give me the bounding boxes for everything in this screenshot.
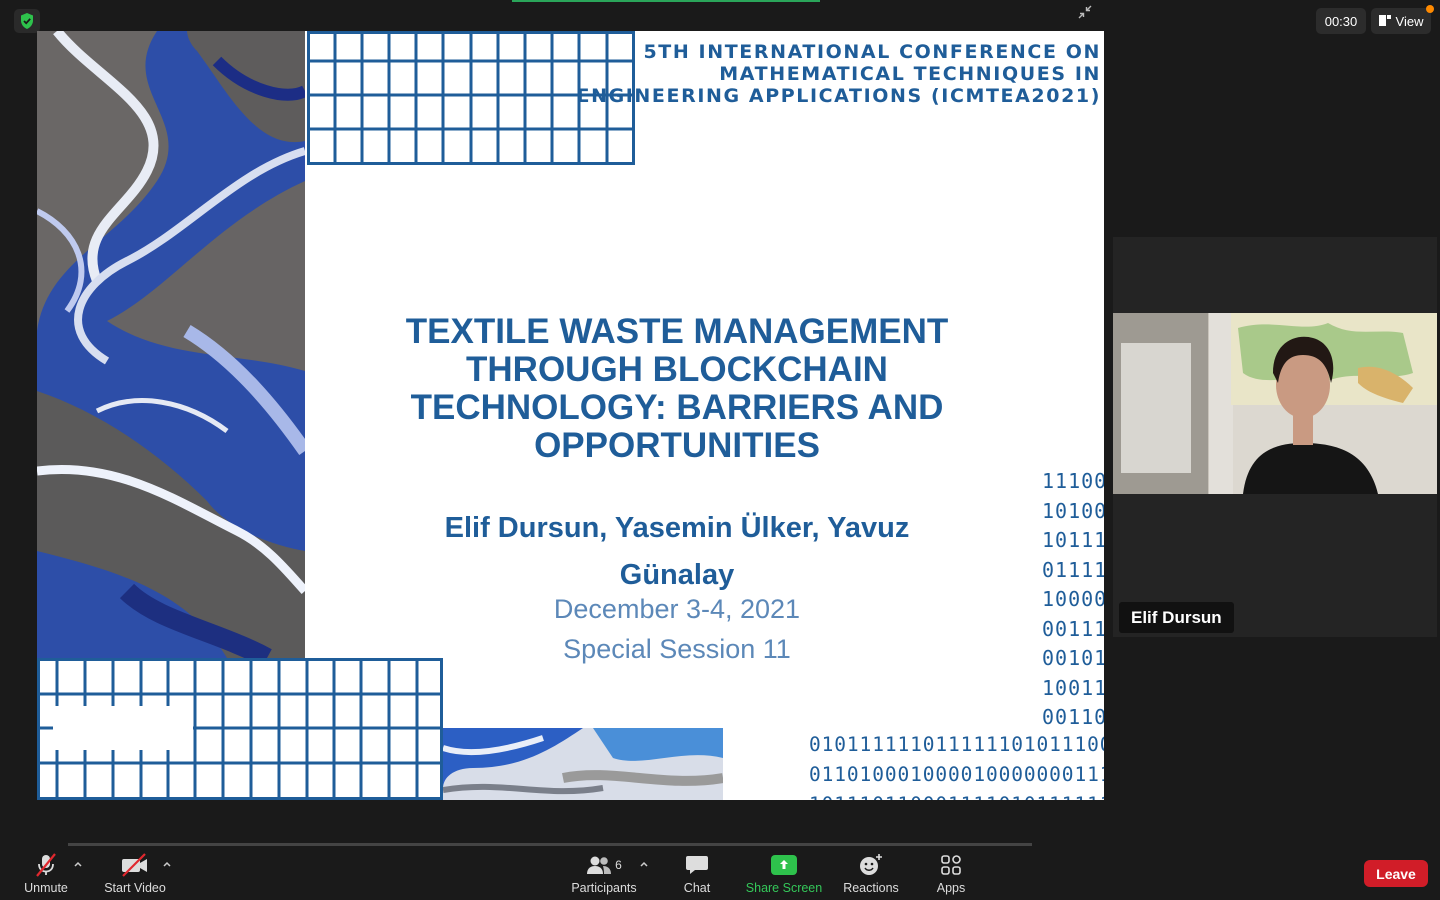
participants-options-caret-icon[interactable] [639, 859, 649, 869]
view-layout-icon [1378, 14, 1391, 29]
binary-line: 001111 [1042, 616, 1104, 641]
binary-line: 101110 [1042, 528, 1104, 552]
binary-line: 011111 [1042, 557, 1104, 582]
decorative-grid-bottom-left [37, 658, 443, 800]
binary-line: 101001 [1042, 498, 1104, 523]
reactions-button[interactable]: Reactions [840, 851, 902, 897]
leave-button[interactable]: Leave [1364, 860, 1428, 887]
notification-dot [1426, 5, 1434, 13]
audio-options-caret-icon[interactable] [73, 859, 83, 869]
conference-line: 5TH INTERNATIONAL CONFERENCE ON [643, 41, 1101, 63]
marble-pattern-image [37, 31, 305, 658]
authors-line: Günalay [619, 559, 735, 591]
binary-line: 100111 [1042, 675, 1104, 700]
slide-title-line: TECHNOLOGY: BARRIERS AND [410, 388, 944, 427]
reactions-smiley-icon [858, 851, 884, 879]
conference-line: ENGINEERING APPLICATIONS (ICMTEA2021) [576, 85, 1101, 107]
participants-button[interactable]: 6 Participants [568, 851, 640, 897]
slide-title: TEXTILE WASTE MANAGEMENT THROUGH BLOCKCH… [337, 313, 1017, 465]
participants-count: 6 [615, 858, 622, 872]
video-options-caret-icon[interactable] [162, 859, 172, 869]
participants-icon-group: 6 [586, 851, 622, 879]
reactions-label: Reactions [843, 881, 899, 895]
share-screen-icon-wrap [771, 851, 797, 879]
view-button-label: View [1395, 13, 1424, 29]
conference-line: MATHEMATICAL TECHNIQUES IN [719, 63, 1101, 85]
apps-button[interactable]: Apps [930, 851, 972, 897]
chat-label: Chat [683, 881, 711, 895]
view-button[interactable]: View [1371, 5, 1434, 34]
binary-line: 001011 [1042, 646, 1104, 670]
slide-title-line: THROUGH BLOCKCHAIN [466, 350, 888, 389]
security-shield-icon[interactable] [14, 9, 40, 33]
binary-column-decoration: 111000 101001 101110 011111 100001 00111… [1042, 467, 1104, 733]
toolbar-separator [68, 843, 1032, 846]
unmute-button[interactable]: Unmute [20, 851, 72, 897]
marble-pattern-strip [443, 728, 723, 800]
chat-bubble-icon [685, 851, 709, 879]
participant-name-tag: Elif Dursun [1119, 602, 1234, 633]
exit-fullscreen-icon[interactable] [1075, 2, 1095, 22]
slide-session: Special Session 11 [563, 634, 791, 664]
binary-line: 100001 [1042, 587, 1104, 611]
video-off-icon [120, 851, 150, 879]
screen-share-indicator-bar [512, 0, 820, 2]
slide-title-line: OPPORTUNITIES [534, 426, 820, 465]
start-video-label: Start Video [104, 881, 166, 895]
share-screen-button[interactable]: Share Screen [743, 851, 825, 897]
start-video-button[interactable]: Start Video [100, 851, 170, 897]
binary-line: 10111011000111101011111101111 [809, 790, 1104, 800]
binary-rows-decoration: 01011111101111110101110010011 0110100010… [809, 730, 1104, 800]
binary-line: 111000 [1042, 469, 1104, 493]
meeting-timer: 00:30 [1316, 8, 1366, 34]
apps-label: Apps [936, 881, 966, 895]
participants-icon [587, 856, 612, 874]
shared-screen-slide: 5TH INTERNATIONAL CONFERENCE ON MATHEMAT… [37, 31, 1104, 800]
share-screen-icon [771, 855, 797, 875]
binary-line: 01011111101111110101110010011 [809, 733, 1104, 756]
unmute-label: Unmute [24, 881, 68, 895]
zoom-meeting-window: 00:30 View 5TH INTERNATIONAL CONFERENCE … [0, 0, 1440, 900]
binary-line: 01101000100001000000011100 [809, 763, 1104, 786]
slide-title-line: TEXTILE WASTE MANAGEMENT [405, 312, 949, 351]
slide-authors: Elif Dursun, Yasemin Ülker, Yavuz Günala… [367, 505, 987, 599]
share-screen-label: Share Screen [745, 881, 823, 895]
meeting-toolbar: Unmute Start Video 6 Participants Chat S… [0, 847, 1440, 900]
binary-line: 001100 [1042, 705, 1104, 729]
apps-icon [940, 851, 962, 879]
slide-date: December 3-4, 2021 [553, 594, 801, 624]
participant-tile[interactable]: Elif Dursun [1113, 237, 1437, 637]
muted-microphone-icon [33, 851, 59, 879]
participants-label: Participants [571, 881, 637, 895]
chat-button[interactable]: Chat [676, 851, 718, 897]
participant-video [1113, 313, 1437, 494]
authors-line: Elif Dursun, Yasemin Ülker, Yavuz [444, 512, 910, 544]
conference-heading: 5TH INTERNATIONAL CONFERENCE ON MATHEMAT… [576, 41, 1101, 107]
